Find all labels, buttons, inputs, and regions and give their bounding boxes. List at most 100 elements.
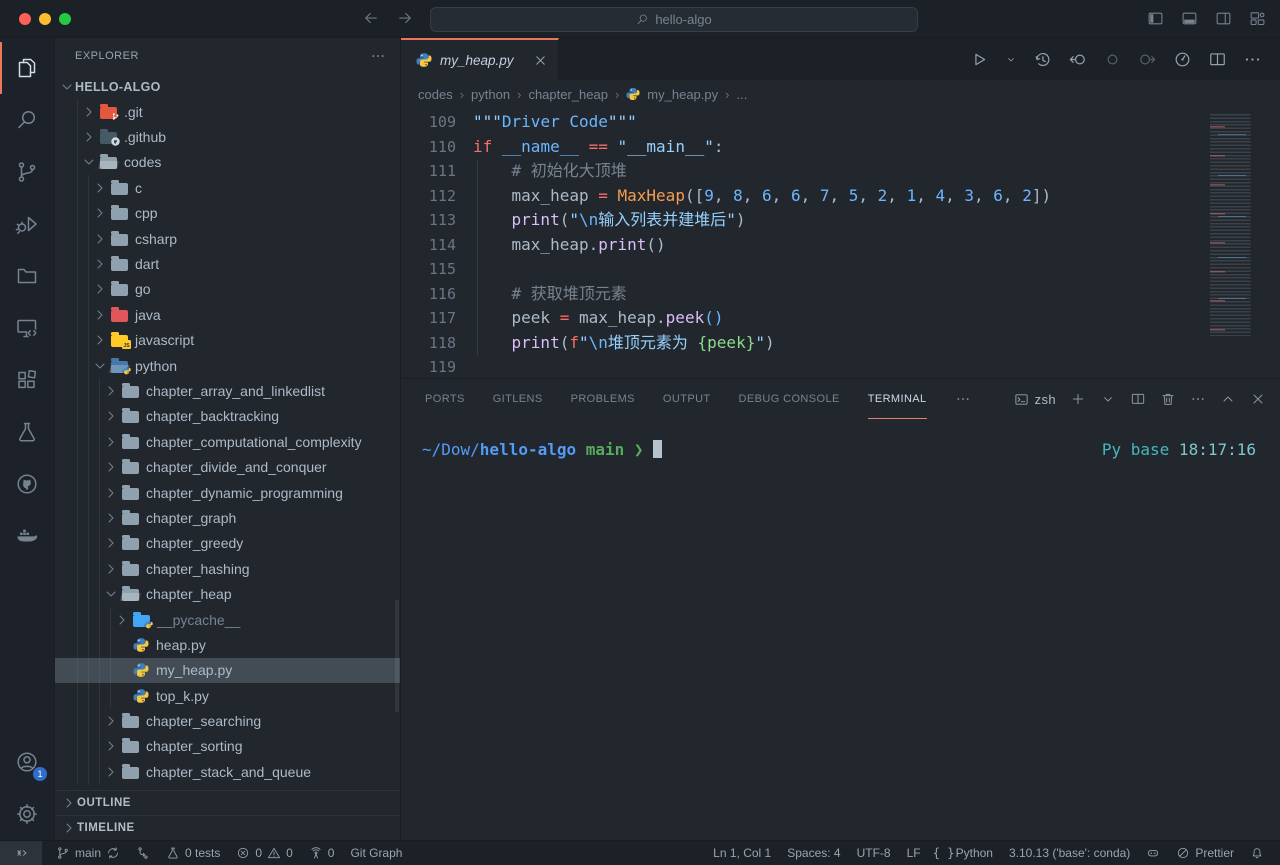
tree-root-hello-algo[interactable]: HELLO-ALGO bbox=[55, 74, 400, 99]
tree-item-java[interactable]: java bbox=[55, 302, 400, 327]
activity-item-run-and-debug[interactable] bbox=[0, 198, 54, 250]
activity-item-extensions[interactable] bbox=[0, 354, 54, 406]
tree-item-cpp[interactable]: cpp bbox=[55, 201, 400, 226]
new-terminal-icon[interactable] bbox=[1070, 391, 1086, 407]
code-line[interactable]: 112 max_heap = MaxHeap([9, 8, 6, 6, 7, 5… bbox=[401, 184, 1280, 209]
shell-selector[interactable]: zsh bbox=[1014, 392, 1056, 407]
tree-item-top-k-py[interactable]: top_k.py bbox=[55, 683, 400, 708]
activity-item-testing[interactable] bbox=[0, 406, 54, 458]
tree-item-my-heap-py[interactable]: my_heap.py bbox=[55, 658, 400, 683]
status-cursor-position[interactable]: Ln 1, Col 1 bbox=[705, 841, 779, 865]
minimap[interactable] bbox=[1204, 114, 1274, 336]
panel-tab-problems[interactable]: PROBLEMS bbox=[571, 379, 635, 419]
tree-item--git[interactable]: .git bbox=[55, 99, 400, 124]
toggle-panel-icon[interactable] bbox=[1181, 10, 1198, 27]
tree-item-chapter-greedy[interactable]: chapter_greedy bbox=[55, 531, 400, 556]
activity-item-search[interactable] bbox=[0, 94, 54, 146]
tree-item--pycache-[interactable]: __pycache__ bbox=[55, 607, 400, 632]
breadcrumb[interactable]: codes›python›chapter_heap›my_heap.py›... bbox=[401, 80, 1280, 108]
tree-item-chapter-computational-complexity[interactable]: chapter_computational_complexity bbox=[55, 429, 400, 454]
command-center-search[interactable]: hello-algo bbox=[430, 7, 918, 32]
tree-item-chapter-hashing[interactable]: chapter_hashing bbox=[55, 556, 400, 581]
run-options-chevron-icon[interactable] bbox=[1005, 50, 1017, 69]
toggle-primary-sidebar-icon[interactable] bbox=[1147, 10, 1164, 27]
status-notifications[interactable] bbox=[1242, 841, 1272, 865]
tree-item-chapter-divide-and-conquer[interactable]: chapter_divide_and_conquer bbox=[55, 454, 400, 479]
next-change-icon[interactable] bbox=[1138, 50, 1157, 69]
code-line[interactable]: 114 max_heap.print() bbox=[401, 233, 1280, 258]
status-indentation[interactable]: Spaces: 4 bbox=[779, 841, 848, 865]
tree-item-c[interactable]: c bbox=[55, 175, 400, 200]
tree-item-csharp[interactable]: csharp bbox=[55, 226, 400, 251]
breadcrumb-item[interactable]: chapter_heap bbox=[528, 87, 608, 102]
status-encoding[interactable]: UTF-8 bbox=[849, 841, 899, 865]
activity-item-project-folder[interactable] bbox=[0, 250, 54, 302]
tree-item-chapter-graph[interactable]: chapter_graph bbox=[55, 505, 400, 530]
tree-item-chapter-heap[interactable]: chapter_heap bbox=[55, 581, 400, 606]
panel-tab-terminal[interactable]: TERMINAL bbox=[868, 379, 927, 419]
status-git-compare[interactable] bbox=[128, 841, 158, 865]
navigate-forward-icon[interactable] bbox=[396, 9, 414, 27]
tab-my-heap[interactable]: my_heap.py bbox=[401, 38, 559, 80]
close-window-button[interactable] bbox=[19, 13, 31, 25]
panel-tab-ports[interactable]: PORTS bbox=[425, 379, 465, 419]
status-git-graph[interactable]: Git Graph bbox=[342, 841, 410, 865]
tree-item-chapter-array-and-linkedlist[interactable]: chapter_array_and_linkedlist bbox=[55, 378, 400, 403]
minimize-window-button[interactable] bbox=[39, 13, 51, 25]
breadcrumb-item[interactable]: ... bbox=[736, 87, 747, 102]
status-eol[interactable]: LF bbox=[899, 841, 929, 865]
status-git-branch[interactable]: main bbox=[48, 841, 128, 865]
gitlens-graph-icon[interactable] bbox=[1173, 50, 1192, 69]
navigate-back-icon[interactable] bbox=[362, 9, 380, 27]
tree-item-chapter-sorting[interactable]: chapter_sorting bbox=[55, 734, 400, 759]
maximize-panel-icon[interactable] bbox=[1220, 391, 1236, 407]
tree-item-codes[interactable]: codes bbox=[55, 150, 400, 175]
terminal-more-actions-icon[interactable] bbox=[1190, 391, 1206, 407]
activity-item-docker[interactable] bbox=[0, 510, 54, 562]
code-line[interactable]: 116 # 获取堆顶元素 bbox=[401, 282, 1280, 307]
close-tab-icon[interactable] bbox=[533, 53, 548, 68]
launch-profile-icon[interactable] bbox=[1100, 391, 1116, 407]
panel-tab-output[interactable]: OUTPUT bbox=[663, 379, 711, 419]
tree-item-javascript[interactable]: JSjavascript bbox=[55, 328, 400, 353]
panel-tabs-more[interactable] bbox=[955, 379, 971, 419]
activity-item-source-control[interactable] bbox=[0, 146, 54, 198]
breadcrumb-item[interactable]: my_heap.py bbox=[647, 87, 718, 102]
activity-item-github[interactable] bbox=[0, 458, 54, 510]
status-copilot[interactable] bbox=[1138, 841, 1168, 865]
editor-more-actions-icon[interactable] bbox=[1243, 50, 1262, 69]
status-ports[interactable]: 0 bbox=[301, 841, 343, 865]
code-line[interactable]: 110if __name__ == "__main__": bbox=[401, 135, 1280, 160]
code-line[interactable]: 111 # 初始化大顶堆 bbox=[401, 159, 1280, 184]
status-prettier[interactable]: Prettier bbox=[1168, 841, 1242, 865]
code-line[interactable]: 115 bbox=[401, 257, 1280, 282]
tree-item-go[interactable]: go bbox=[55, 277, 400, 302]
activity-item-settings[interactable] bbox=[0, 788, 54, 840]
close-panel-icon[interactable] bbox=[1250, 391, 1266, 407]
status-language-mode[interactable]: { }Python bbox=[929, 841, 1001, 865]
activity-item-accounts[interactable]: 1 bbox=[0, 736, 54, 788]
file-history-icon[interactable] bbox=[1033, 50, 1052, 69]
split-editor-icon[interactable] bbox=[1208, 50, 1227, 69]
previous-change-icon[interactable] bbox=[1068, 50, 1087, 69]
sidebar-scrollbar[interactable] bbox=[395, 600, 399, 712]
run-python-file-icon[interactable] bbox=[970, 50, 989, 69]
tree-item-chapter-searching[interactable]: chapter_searching bbox=[55, 708, 400, 733]
status-problems[interactable]: 00 bbox=[228, 841, 300, 865]
code-line[interactable]: 119 bbox=[401, 355, 1280, 378]
code-line[interactable]: 109"""Driver Code""" bbox=[401, 110, 1280, 135]
code-line[interactable]: 113 print("\n输入列表并建堆后") bbox=[401, 208, 1280, 233]
terminal[interactable]: ~/Dow/hello-algo main ❯ Py base 18:17:16 bbox=[401, 419, 1280, 840]
activity-item-explorer[interactable] bbox=[0, 42, 54, 94]
sidebar-section-timeline[interactable]: TIMELINE bbox=[55, 815, 400, 840]
code-editor[interactable]: 109"""Driver Code"""110if __name__ == "_… bbox=[401, 108, 1280, 378]
sidebar-section-outline[interactable]: OUTLINE bbox=[55, 790, 400, 815]
tree-item--github[interactable]: .github bbox=[55, 124, 400, 149]
maximize-window-button[interactable] bbox=[59, 13, 71, 25]
explorer-more-actions-icon[interactable] bbox=[370, 48, 386, 64]
activity-item-remote-explorer[interactable] bbox=[0, 302, 54, 354]
code-line[interactable]: 118 print(f"\n堆顶元素为 {peek}") bbox=[401, 331, 1280, 356]
toggle-secondary-sidebar-icon[interactable] bbox=[1215, 10, 1232, 27]
status-python-interpreter[interactable]: 3.10.13 ('base': conda) bbox=[1001, 841, 1138, 865]
kill-terminal-icon[interactable] bbox=[1160, 391, 1176, 407]
